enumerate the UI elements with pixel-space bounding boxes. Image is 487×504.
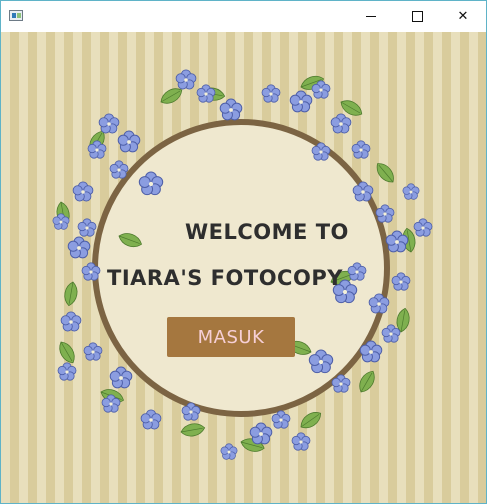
welcome-heading: WELCOME TO: [185, 220, 349, 244]
minimize-icon: [366, 16, 376, 17]
masuk-button[interactable]: MASUK: [167, 317, 295, 357]
close-button[interactable]: ✕: [440, 1, 486, 32]
maximize-button[interactable]: [394, 1, 440, 32]
maximize-icon: [411, 11, 423, 22]
minimize-button[interactable]: [348, 1, 394, 32]
close-icon: ✕: [457, 9, 469, 24]
app-window: ✕ WELCOME TO TIARA'S FOTOCOPY MASUK: [0, 0, 487, 504]
app-icon: [9, 10, 23, 21]
title-bar[interactable]: ✕: [1, 1, 486, 32]
shop-name-heading: TIARA'S FOTOCOPY: [107, 266, 343, 290]
welcome-panel: WELCOME TO TIARA'S FOTOCOPY MASUK: [1, 32, 486, 503]
